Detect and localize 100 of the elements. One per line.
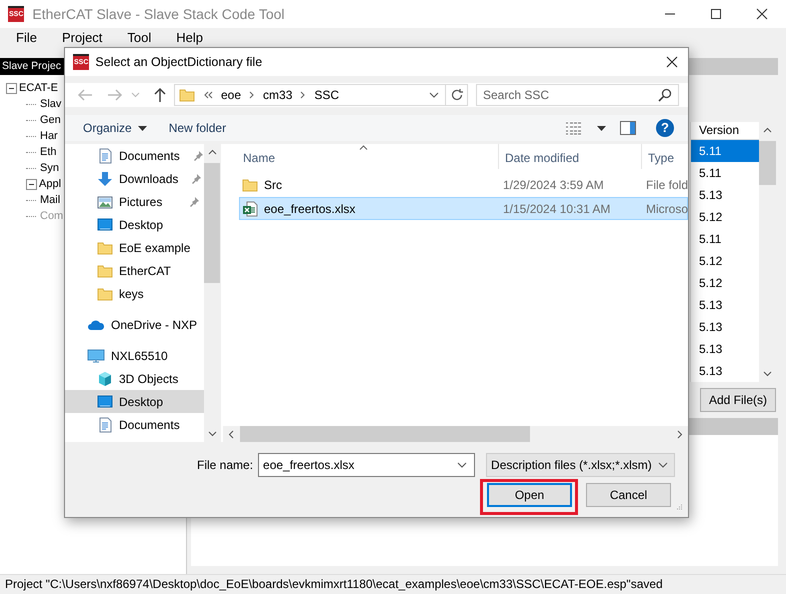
picture-icon — [97, 194, 113, 210]
scroll-thumb[interactable] — [204, 163, 220, 283]
table-cell[interactable]: 5.12 — [691, 206, 759, 228]
double-chevron-icon — [203, 91, 213, 99]
folder-icon — [179, 87, 195, 103]
nav-item[interactable]: EoE example — [65, 236, 204, 259]
chevron-right-icon — [300, 91, 306, 99]
table-cell[interactable]: 5.11 — [691, 228, 759, 250]
chevron-down-icon — [457, 462, 468, 468]
window-title: EtherCAT Slave - Slave Stack Code Tool — [32, 6, 285, 22]
refresh-icon[interactable] — [450, 88, 464, 102]
field-label: File name: — [197, 458, 254, 472]
folder-icon — [97, 286, 113, 302]
menu-item[interactable]: Help — [170, 30, 210, 44]
nav-item[interactable]: keys — [65, 282, 204, 305]
folder-icon — [242, 176, 258, 192]
nav-item[interactable]: Documents — [65, 413, 204, 436]
nav-item[interactable]: EtherCAT — [65, 259, 204, 282]
menu-item[interactable]: Project — [56, 30, 108, 44]
collapse-icon[interactable] — [6, 82, 17, 94]
scroll-up-icon — [763, 127, 772, 133]
scrollbar[interactable] — [223, 426, 688, 442]
tree-item[interactable]: Har — [40, 130, 58, 142]
file-name: Src — [264, 178, 282, 192]
nav-item[interactable]: NXL65510 — [65, 344, 204, 367]
cube-icon — [97, 370, 113, 386]
file-name: eoe_freertos.xlsx — [264, 202, 356, 216]
tree-item[interactable]: Appl — [39, 178, 62, 190]
breadcrumb-item[interactable]: SSC — [314, 88, 340, 102]
close-icon[interactable] — [666, 56, 678, 68]
organize-button[interactable]: Organize — [77, 119, 153, 137]
nav-item[interactable]: Desktop — [65, 390, 204, 413]
column-header[interactable]: Type — [641, 144, 688, 169]
search-icon — [658, 88, 672, 102]
table-cell[interactable]: 5.11 — [691, 162, 759, 184]
table-cell[interactable]: 5.13 — [691, 184, 759, 206]
tree-item[interactable]: Gen — [40, 114, 61, 126]
collapse-icon[interactable] — [26, 178, 37, 190]
table-cell[interactable]: 5.11 — [691, 140, 759, 162]
nav-item[interactable]: Downloads — [65, 167, 204, 190]
column-header[interactable]: Name — [223, 144, 498, 169]
breadcrumb-item[interactable]: cm33 — [263, 88, 292, 102]
scroll-down-icon — [208, 431, 216, 437]
column-header[interactable]: Date modified — [498, 144, 641, 169]
menu-item[interactable]: Tool — [121, 30, 158, 44]
table-cell[interactable]: 5.12 — [691, 250, 759, 272]
caret-down-icon — [138, 126, 147, 130]
nav-item[interactable]: 3D Objects — [65, 367, 204, 390]
tree-item[interactable]: Mail — [40, 194, 60, 206]
type-text: Microso — [646, 202, 688, 216]
file-type-dropdown[interactable]: Description files (*.xlsx;*.xlsm) — [486, 453, 676, 477]
desktop-icon — [97, 394, 113, 410]
table-cell[interactable]: 5.13 — [691, 294, 759, 316]
table-cell[interactable]: 5.13 — [691, 338, 759, 360]
file-row[interactable]: eoe_freertos.xlsx 1/15/2024 10:31 AM Microso — [239, 197, 688, 220]
view-list-icon[interactable] — [565, 121, 583, 135]
search-field[interactable]: Search SSC — [476, 84, 679, 106]
resize-grip-icon — [675, 503, 683, 511]
cancel-button[interactable]: Cancel — [586, 483, 671, 507]
scroll-thumb[interactable] — [240, 426, 530, 442]
nav-item[interactable]: Desktop — [65, 213, 204, 236]
up-arrow-icon[interactable] — [153, 87, 167, 103]
file-row[interactable]: Src 1/29/2024 3:59 AM File fold — [239, 173, 688, 196]
tree-item[interactable]: Syn — [40, 162, 59, 174]
preview-pane-icon[interactable] — [620, 121, 636, 135]
maximize-icon[interactable] — [710, 8, 722, 20]
table-cell[interactable]: 5.13 — [691, 316, 759, 338]
download-arrow-icon — [97, 170, 113, 186]
close-icon[interactable] — [756, 8, 768, 20]
open-button[interactable]: Open — [487, 483, 572, 507]
menu-item[interactable]: File — [10, 30, 43, 44]
date-text: 1/15/2024 10:31 AM — [503, 202, 610, 216]
tree-item[interactable]: Eth — [40, 146, 57, 158]
nav-item[interactable]: Pictures — [65, 190, 204, 213]
document-icon — [97, 416, 113, 432]
file-name-field[interactable]: eoe_freertos.xlsx — [258, 453, 476, 477]
sort-up-icon — [359, 145, 368, 150]
address-bar[interactable]: eoe cm33 SSC — [174, 84, 446, 106]
scroll-left-icon — [228, 430, 234, 438]
table-cell[interactable]: 5.13 — [691, 360, 759, 382]
add-files-button[interactable]: Add File(s) — [700, 388, 776, 412]
document-icon — [97, 148, 113, 164]
scroll-right-icon — [677, 430, 683, 438]
chevron-right-icon — [249, 91, 256, 99]
date-text: 1/29/2024 3:59 AM — [503, 178, 604, 192]
new-folder-button[interactable]: New folder — [162, 119, 232, 137]
tree-item[interactable]: Slav — [40, 98, 62, 110]
scroll-thumb[interactable] — [759, 141, 776, 185]
chevron-down-icon — [658, 462, 668, 468]
table-cell[interactable]: 5.12 — [691, 272, 759, 294]
scrollbar[interactable] — [204, 144, 220, 442]
breadcrumb-item[interactable]: eoe — [221, 88, 242, 102]
help-button[interactable]: ? — [656, 119, 674, 137]
scroll-down-icon — [763, 371, 772, 377]
nav-item[interactable]: OneDrive - NXP — [65, 313, 204, 336]
tree-item[interactable]: ECAT-E — [19, 82, 58, 94]
nav-item[interactable]: Documents — [65, 144, 204, 167]
chevron-down-icon[interactable] — [429, 92, 439, 98]
computer-icon — [87, 348, 105, 364]
caret-down-icon[interactable] — [597, 126, 606, 130]
